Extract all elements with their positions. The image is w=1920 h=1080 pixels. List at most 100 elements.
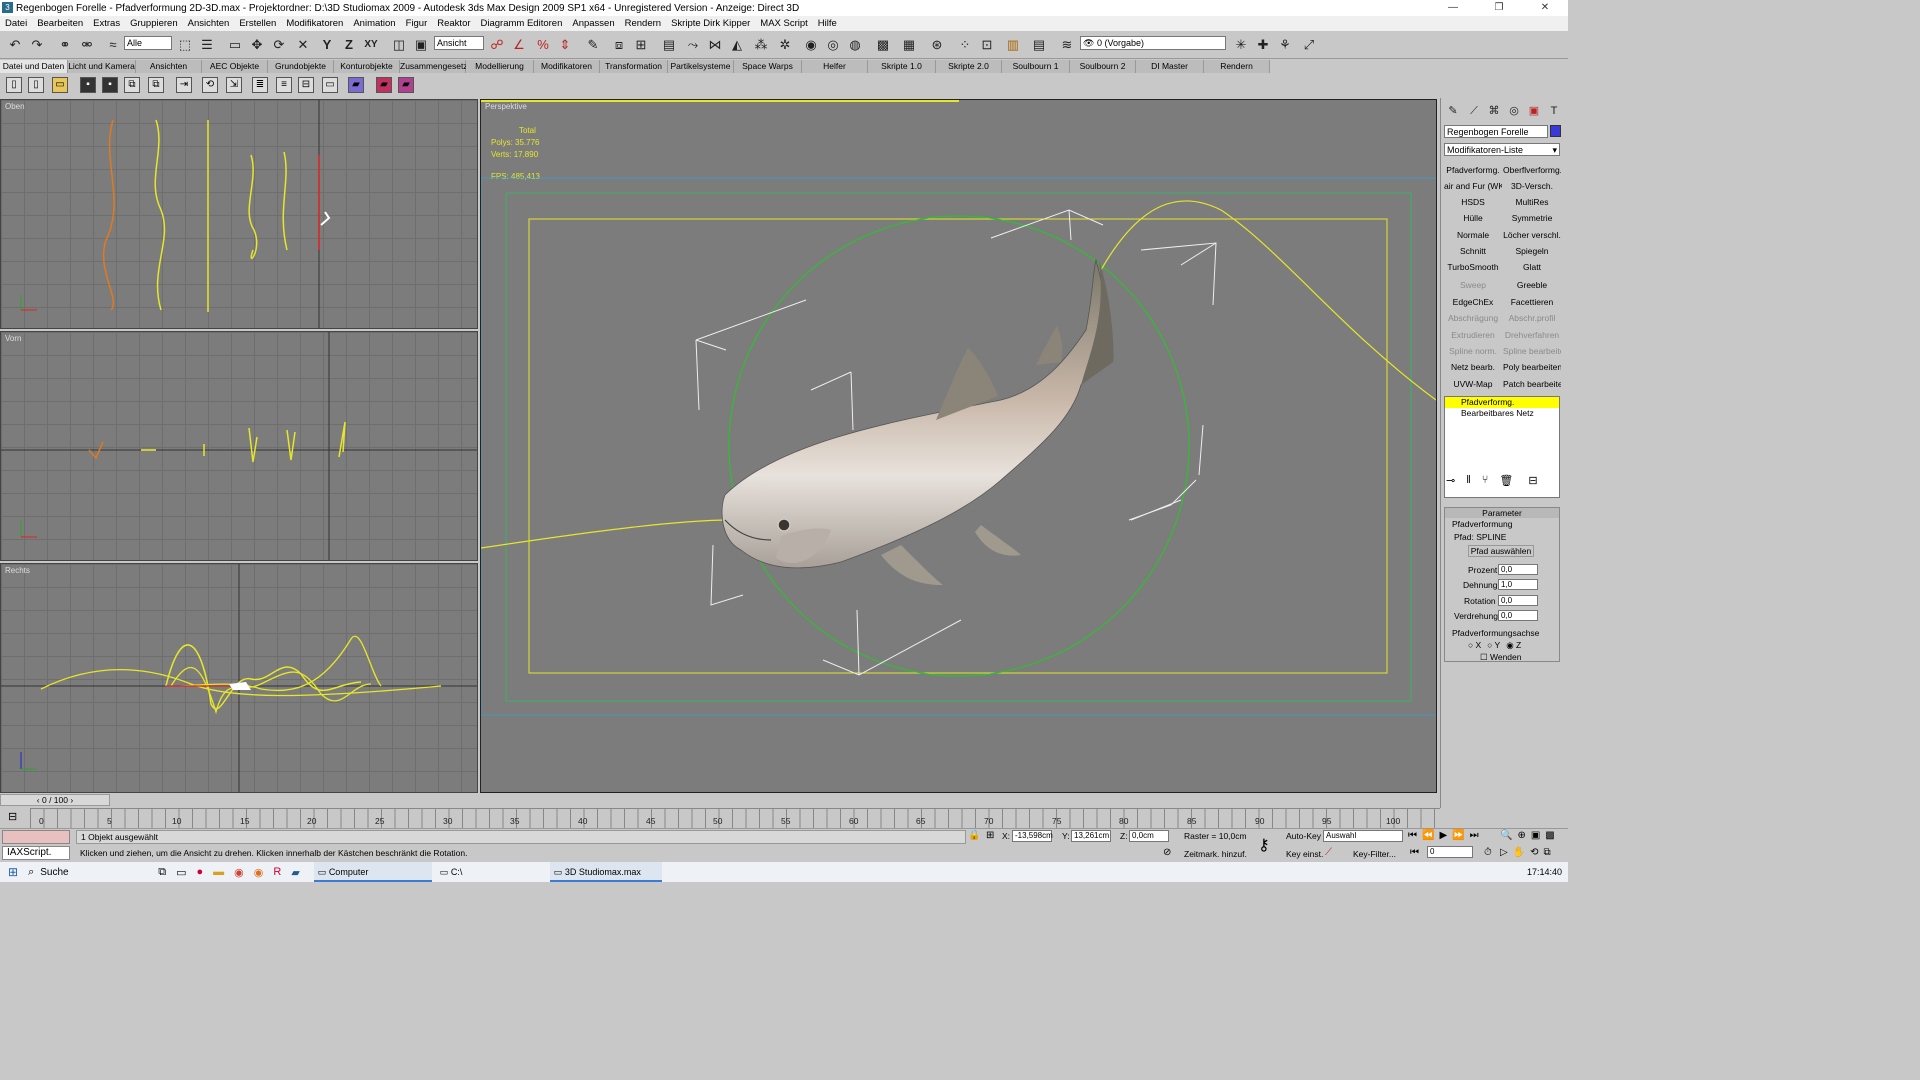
zoom-icon[interactable]: 🔍 [1500,830,1512,841]
menu-skripte[interactable]: Skripte Dirk Kipper [666,18,755,29]
mod-button-spiegeln[interactable]: Spiegeln [1503,244,1561,258]
menu-datei[interactable]: Datei [0,18,32,29]
menu-anpassen[interactable]: Anpassen [567,18,619,29]
viewport-right[interactable]: Rechts [0,563,478,793]
mod-button-patch-bearbeiten[interactable]: Patch bearbeiten [1503,377,1561,391]
select-by-name-icon[interactable]: ☰ [198,36,216,54]
restrict-z-icon[interactable]: Z [340,36,358,54]
tab-modellierung[interactable]: Modellierung [466,60,534,73]
save-icon[interactable]: ▪ [80,77,96,93]
pick-path-button[interactable]: Pfad auswählen [1468,545,1534,557]
app-icon-2[interactable]: R [273,866,281,878]
add-time-tag[interactable]: Zeitmark. hinzuf. [1184,849,1247,859]
mod-button-facettieren[interactable]: Facettieren [1503,295,1561,309]
hold-icon[interactable]: ⧉ [124,77,140,93]
tab-rendern[interactable]: Rendern [1204,60,1270,73]
tutorial-book-icon[interactable]: ▰ [398,77,414,93]
app-icon-3[interactable]: ▰ [291,866,299,879]
windows-start-icon[interactable]: ⊞ [8,865,18,879]
object-color-swatch[interactable] [1550,125,1561,137]
reference-book-icon[interactable]: ▰ [376,77,392,93]
mod-button-extrudieren[interactable]: Extrudieren [1444,328,1502,342]
coord-x-field[interactable]: -13,598cm [1012,830,1053,842]
spinner-snap-icon[interactable]: ⇕ [556,36,574,54]
flip-checkbox[interactable]: ☐ Wenden [1480,652,1522,663]
mod-button-normale[interactable]: Normale [1444,228,1502,242]
set-key-button[interactable]: Key einst. [1286,849,1323,859]
menu-modifikatoren[interactable]: Modifikatoren [281,18,348,29]
auto-key-button[interactable]: Auto-Key [1286,831,1321,841]
zoom-extents-icon[interactable]: ▣ [1531,830,1540,841]
mod-button-uvw-map[interactable]: UVW-Map [1444,377,1502,391]
explorer-icon[interactable]: ▭ [176,866,186,879]
make-unique-icon[interactable]: ⑂ [1482,474,1489,488]
percent-snap-icon[interactable]: % [534,36,552,54]
move-icon[interactable]: ✥ [248,36,266,54]
tab-konturobjekte[interactable]: Konturobjekte [334,60,400,73]
track-view-icon[interactable]: ⊡ [978,36,996,54]
tab-di-master[interactable]: DI Master [1136,60,1204,73]
taskbar-item-3dsmax[interactable]: ▭ 3D Studiomax.max [549,862,662,882]
menu-maxscript[interactable]: MAX Script [755,18,813,29]
configure-sets-icon[interactable]: ⊟ [1528,474,1537,488]
properties-icon[interactable]: ≣ [252,77,268,93]
taskbar-item-c-drive[interactable]: ▭ C:\ [436,862,546,882]
remove-modifier-icon[interactable]: 🗑 [1499,474,1513,488]
curve-editor-icon[interactable]: ⤳ [684,36,702,54]
help-book-icon[interactable]: ▰ [348,77,364,93]
add-to-layer-icon[interactable]: ✚ [1254,36,1272,54]
coord-y-field[interactable]: 13,261cm [1071,830,1111,842]
undo-icon[interactable]: ↶ [6,36,24,54]
mod-button-netz-bearb[interactable]: Netz bearb. [1444,360,1502,374]
stack-item-pfadverformg[interactable]: Pfadverformg. [1445,397,1559,408]
firefox-icon[interactable]: ◉ [254,866,264,879]
menu-erstellen[interactable]: Erstellen [234,18,281,29]
goto-start-icon[interactable]: ⏮ [1408,830,1417,841]
select-layer-icon[interactable]: ⚘ [1276,36,1294,54]
mod-button-spline-bearbeiten[interactable]: Spline bearbeiten [1503,344,1561,358]
new-scene-icon[interactable]: ▯ [28,77,44,93]
time-slider-next[interactable]: › [68,795,73,805]
select-region-icon[interactable]: ▭ [226,36,244,54]
mod-button-huelle[interactable]: Hülle [1444,211,1502,225]
key-filter-button[interactable]: Key-Filter... [1353,849,1396,859]
create-tab-icon[interactable]: ✎ [1444,102,1462,120]
restrict-y-icon[interactable]: Y [318,36,336,54]
goto-end-icon[interactable]: ⏭ [1470,830,1479,841]
prev-frame-icon[interactable]: ⏪ [1422,830,1434,841]
axis-radio-x[interactable]: ○ X [1468,640,1481,651]
restrict-xy-icon[interactable]: XY [362,36,380,54]
create-layer-icon[interactable]: ✳ [1232,36,1250,54]
xref-icon[interactable]: ⇲ [226,77,242,93]
merge-icon[interactable]: ⟲ [202,77,218,93]
menu-figur[interactable]: Figur [401,18,433,29]
layer-icon[interactable]: ▥ [1004,36,1022,54]
modifier-list-dropdown[interactable]: Modifikatoren-Liste ▾ [1444,143,1560,156]
reference-coordinate-dropdown[interactable]: Ansicht [434,36,484,50]
link-icon[interactable]: ⚭ [56,36,74,54]
layer-dropdown[interactable]: 👁 0 (Vorgabe) [1080,36,1226,50]
menu-bearbeiten[interactable]: Bearbeiten [32,18,88,29]
layer-list-icon[interactable]: ▤ [1030,36,1048,54]
mod-button-drehverfahren[interactable]: Drehverfahren [1503,328,1561,342]
tab-transformation[interactable]: Transformation [600,60,668,73]
maxscript-listener-mini[interactable] [2,830,70,844]
mod-button-spline-norm[interactable]: Spline norm. [1444,344,1502,358]
pan-icon[interactable]: ✋ [1513,847,1525,858]
render-frame-icon[interactable]: ◍ [846,36,864,54]
set-current-layer-icon[interactable]: ⤢ [1300,36,1318,54]
redo-icon[interactable]: ↷ [28,36,46,54]
save-as-icon[interactable]: ▪ [102,77,118,93]
array-icon[interactable]: ⁂ [752,36,770,54]
search-box[interactable]: Suche [40,867,152,878]
timeline-config-icon[interactable]: ⊟ [8,810,17,823]
select-object-icon[interactable]: ⬚ [176,36,194,54]
render-setup-icon[interactable]: ◎ [824,36,842,54]
browser-icon[interactable]: ◉ [234,866,244,879]
mod-button-abschr-profil[interactable]: Abschr.profil [1503,311,1561,325]
quick-render-icon[interactable]: ⊛ [928,36,946,54]
mod-button-multires[interactable]: MultiRes [1503,195,1561,209]
rollout-title[interactable]: Parameter [1445,508,1559,518]
spinner-rotation[interactable]: 0,0 [1498,595,1538,606]
set-key-icon[interactable]: ⟋ [1325,847,1332,858]
